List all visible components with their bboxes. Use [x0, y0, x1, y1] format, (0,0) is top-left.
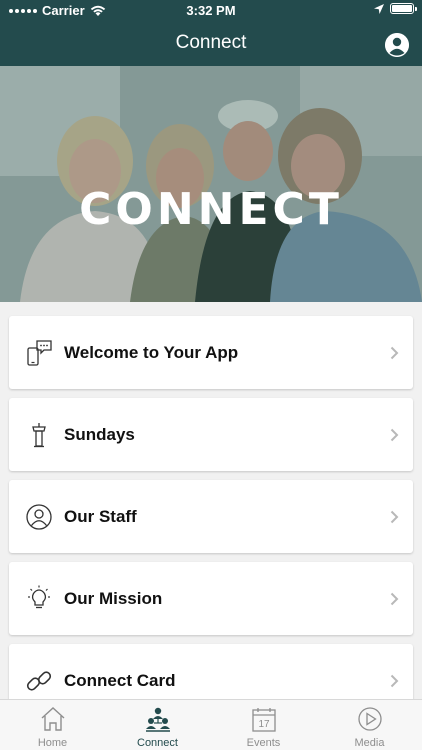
play-circle-icon — [358, 707, 382, 731]
tab-home[interactable]: Home — [0, 700, 105, 750]
location-arrow-icon — [374, 3, 384, 14]
page-title: Connect — [175, 32, 247, 53]
tab-bar: Home Connect 17 Events Media — [0, 699, 422, 750]
tab-connect[interactable]: Connect — [105, 700, 210, 750]
group-icon — [146, 707, 170, 732]
person-circle-icon — [385, 33, 409, 57]
link-icon — [26, 671, 52, 691]
chevron-right-icon — [390, 674, 399, 688]
chevron-right-icon — [390, 428, 399, 442]
top-bar: Carrier 3:32 PM Connect — [0, 0, 422, 66]
hero-banner: CONNECT — [0, 66, 422, 302]
calendar-icon: 17 — [252, 708, 276, 732]
status-time: 3:32 PM — [186, 3, 236, 18]
chevron-right-icon — [390, 346, 399, 360]
list-item-welcome[interactable]: Welcome to Your App — [9, 316, 413, 389]
list-item-label: Connect Card — [64, 671, 176, 690]
calendar-day: 17 — [258, 719, 270, 730]
list-item-our-mission[interactable]: Our Mission — [9, 562, 413, 635]
profile-button[interactable] — [385, 33, 409, 57]
podium-icon — [32, 423, 46, 448]
status-bar: Carrier 3:32 PM — [0, 0, 422, 22]
tab-label: Home — [37, 737, 68, 749]
tab-label: Media — [354, 737, 385, 749]
chevron-right-icon — [390, 592, 399, 606]
list-item-label: Welcome to Your App — [64, 343, 239, 362]
tab-label: Events — [246, 737, 281, 749]
phone-chat-icon — [27, 340, 52, 366]
list-item-label: Our Staff — [64, 507, 137, 526]
hero-title: CONNECT — [79, 184, 343, 235]
tab-events[interactable]: 17 Events — [211, 700, 316, 750]
list-item-label: Sundays — [64, 425, 135, 444]
list-item-sundays[interactable]: Sundays — [9, 398, 413, 471]
battery-icon — [390, 3, 417, 14]
list-item-label: Our Mission — [64, 589, 163, 608]
status-right — [374, 3, 417, 14]
chevron-right-icon — [390, 510, 399, 524]
house-icon — [41, 707, 65, 731]
person-circle-icon — [26, 504, 52, 530]
tab-media[interactable]: Media — [317, 700, 422, 750]
list-item-our-staff[interactable]: Our Staff — [9, 480, 413, 553]
lightbulb-icon — [28, 585, 50, 609]
tab-label: Connect — [137, 737, 178, 749]
